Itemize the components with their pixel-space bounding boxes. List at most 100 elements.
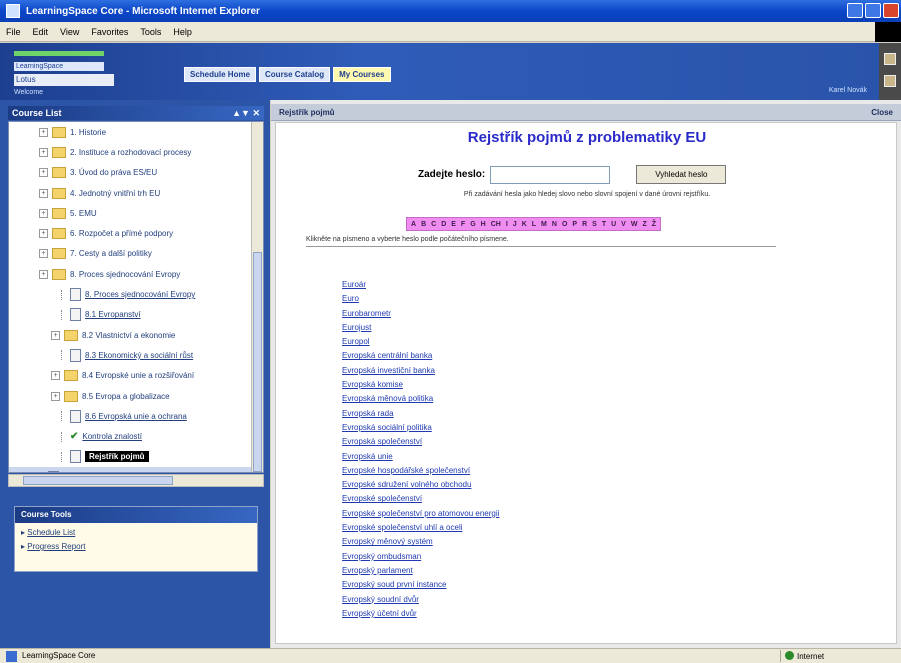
side-icon-2[interactable] [884,75,896,87]
side-icon-1[interactable] [884,53,896,65]
term-link[interactable]: Europol [342,335,499,349]
close-content-button[interactable]: Close [871,104,893,121]
term-link[interactable]: Evropská centrální banka [342,349,499,363]
alphabet-letter[interactable]: J [513,221,517,228]
alphabet-letter[interactable]: B [421,221,426,228]
menu-view[interactable]: View [60,27,79,37]
term-link[interactable]: Evropská unie [342,450,499,464]
maximize-button[interactable] [865,3,881,18]
tree-item[interactable]: 8. Proces sjednocování Evropy [9,284,263,304]
term-link[interactable]: Evropská rada [342,407,499,421]
alphabet-letter[interactable]: L [532,221,536,228]
alphabet-letter[interactable]: U [611,221,616,228]
close-window-button[interactable] [883,3,899,18]
term-link[interactable]: Evropské sdružení volného obchodu [342,478,499,492]
tree-item-label[interactable]: 8.6 Evropská unie a ochrana [85,412,187,421]
tree-item[interactable]: 8.1 Evropanství [9,305,263,325]
tree-item[interactable]: Rejstřík pojmů z problematiky EU [9,467,263,472]
panel-controls[interactable]: ▲▼ ✕ [232,106,260,120]
tree-item[interactable]: +8.2 Vlastnictví a ekonomie [9,325,263,345]
tree-item[interactable]: 8.3 Ekonomický a sociální růst [9,345,263,365]
alphabet-letter[interactable]: G [470,221,475,228]
term-link[interactable]: Eurobarometr [342,307,499,321]
expand-icon[interactable]: + [39,229,48,239]
alphabet-letter[interactable]: R [582,221,587,228]
expand-icon[interactable]: + [39,147,48,157]
alphabet-letter[interactable]: W [631,221,638,228]
term-link[interactable]: Evropské společenství uhlí a oceli [342,521,499,535]
tree-item[interactable]: +3. Úvod do práva ES/EU [9,163,263,183]
alphabet-letter[interactable]: V [621,221,626,228]
tree-item-label[interactable]: 8.3 Ekonomický a sociální růst [85,351,193,360]
alphabet-letter[interactable]: K [522,221,527,228]
expand-icon[interactable]: + [39,269,48,279]
alphabet-letter[interactable]: S [592,221,597,228]
expand-icon[interactable]: + [39,127,48,137]
search-button[interactable]: Vyhledat heslo [636,165,727,184]
term-link[interactable]: Evropský soud první instance [342,578,499,592]
schedule-list-link[interactable]: Schedule List [27,528,75,537]
term-link[interactable]: Eurojust [342,321,499,335]
term-link[interactable]: Evropská společenství [342,435,499,449]
term-link[interactable]: Evropský parlament [342,564,499,578]
menu-edit[interactable]: Edit [33,27,49,37]
menu-help[interactable]: Help [173,27,192,37]
tree-item[interactable]: +2. Instituce a rozhodovací procesy [9,142,263,162]
alphabet-letter[interactable]: CH [491,221,501,228]
expand-icon[interactable]: + [39,168,48,178]
term-link[interactable]: Evropský soudní dvůr [342,593,499,607]
tree-item-label[interactable]: 8. Proces sjednocování Evropy [85,290,195,299]
alphabet-letter[interactable]: E [451,221,456,228]
term-link[interactable]: Evropský ombudsman [342,550,499,564]
tree-item[interactable]: +4. Jednotný vnitřní trh EU [9,183,263,203]
alphabet-letter[interactable]: Ž [652,221,656,228]
term-link[interactable]: Euro [342,292,499,306]
alphabet-letter[interactable]: H [481,221,486,228]
expand-icon[interactable]: + [51,330,60,340]
term-link[interactable]: Evropské společenství [342,492,499,506]
alphabet-letter[interactable]: N [552,221,557,228]
term-link[interactable]: Evropská sociální politika [342,421,499,435]
tab-schedule-home[interactable]: Schedule Home [184,67,257,82]
search-input[interactable] [490,165,611,184]
tree-item[interactable]: ✔ Kontrola znalostí [9,426,263,446]
term-link[interactable]: Evropské hospodářské společenství [342,464,499,478]
tab-my-courses[interactable]: My Courses [333,67,391,82]
alphabet-letter[interactable]: Z [642,221,646,228]
expand-icon[interactable]: + [39,188,48,198]
tab-course-catalog[interactable]: Course Catalog [259,67,331,82]
alphabet-letter[interactable]: P [572,221,577,228]
tree-item-label[interactable]: Kontrola znalostí [82,432,142,441]
tree-item[interactable]: +6. Rozpočet a přímé podpory [9,223,263,243]
alphabet-letter[interactable]: O [562,221,567,228]
term-link[interactable]: Evropská komise [342,378,499,392]
alphabet-letter[interactable]: A [411,221,416,228]
minimize-button[interactable] [847,3,863,18]
expand-icon[interactable]: + [51,391,60,401]
tree-item[interactable]: +8. Proces sjednocování Evropy [9,264,263,284]
expand-icon[interactable]: + [51,371,60,381]
alphabet-letter[interactable]: M [541,221,547,228]
tree-item-label[interactable]: 8.1 Evropanství [85,310,141,319]
user-name[interactable]: Karel Novák [829,87,867,94]
tree-horizontal-scrollbar[interactable] [8,474,264,487]
alphabet-letter[interactable]: F [461,221,465,228]
tree-item[interactable]: +1. Historie [9,122,263,142]
tree-vertical-scrollbar[interactable] [251,122,263,472]
alphabet-letter[interactable]: I [506,221,508,228]
term-link[interactable]: Evropská měnová politika [342,392,499,406]
menu-tools[interactable]: Tools [140,27,161,37]
expand-icon[interactable]: + [39,249,48,259]
term-link[interactable]: Evropský účetní dvůr [342,607,499,621]
term-link[interactable]: Euroár [342,278,499,292]
term-link[interactable]: Evropská investiční banka [342,364,499,378]
term-link[interactable]: Evropské společenství pro atomovou energ… [342,507,499,521]
tree-item[interactable]: +7. Cesty a další politiky [9,244,263,264]
alphabet-letter[interactable]: D [441,221,446,228]
tree-item[interactable]: 8.6 Evropská unie a ochrana [9,406,263,426]
term-link[interactable]: Evropský měnový systém [342,535,499,549]
tree-item[interactable]: +5. EMU [9,203,263,223]
tree-item[interactable]: +8.4 Evropské unie a rozšiřování [9,366,263,386]
alphabet-letter[interactable]: C [431,221,436,228]
progress-report-link[interactable]: Progress Report [27,542,85,551]
